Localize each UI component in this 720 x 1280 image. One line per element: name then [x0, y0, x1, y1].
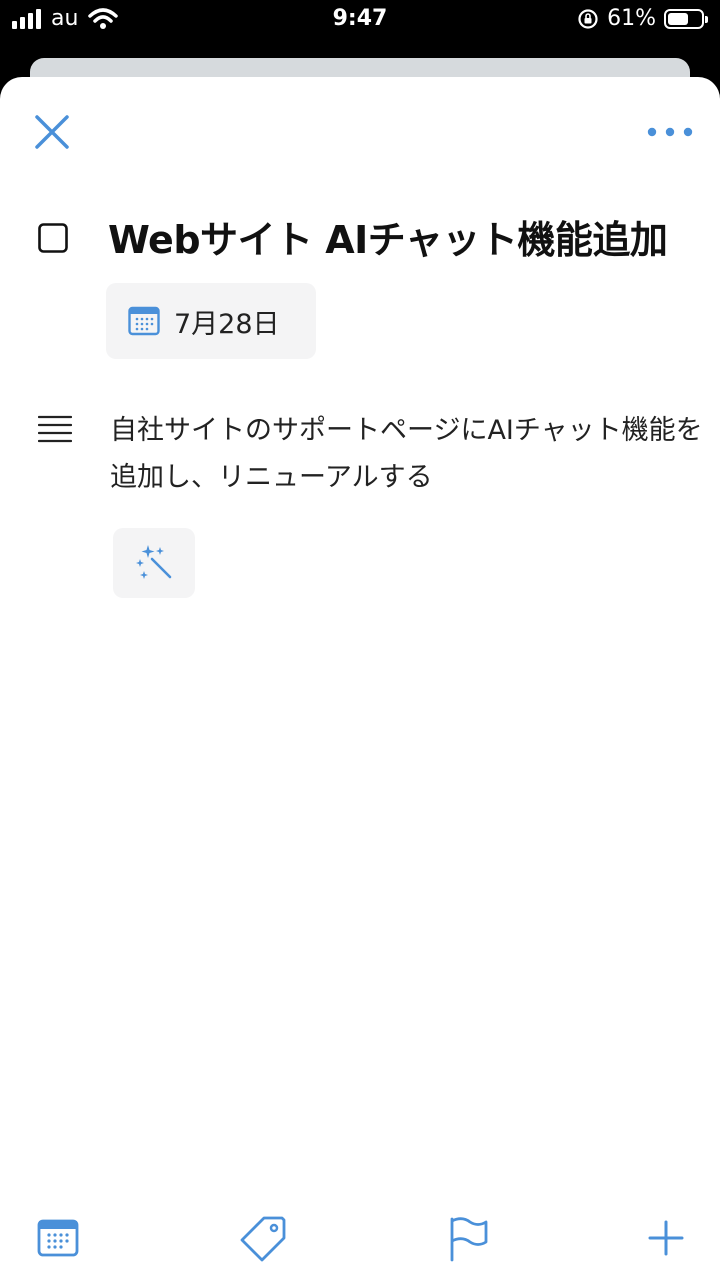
plus-icon[interactable] — [648, 1220, 684, 1256]
calendar-icon — [128, 306, 160, 336]
battery-fill — [668, 12, 688, 25]
rotation-lock-icon — [578, 8, 598, 29]
status-bar: au 9:47 61% — [0, 0, 720, 40]
ai-assist-button[interactable] — [113, 528, 195, 598]
toolbar-calendar-icon[interactable] — [37, 1219, 79, 1257]
notes-lines-icon — [38, 415, 72, 443]
task-notes[interactable]: 自社サイトのサポートページにAIチャット機能を追加し、リニューアルする — [110, 407, 710, 501]
flag-icon[interactable] — [448, 1216, 490, 1262]
tag-icon[interactable] — [238, 1214, 288, 1264]
checkbox-icon[interactable] — [38, 223, 68, 253]
battery-icon — [664, 8, 708, 29]
close-icon[interactable] — [30, 110, 74, 154]
task-title[interactable]: Webサイト AIチャット機能追加 — [108, 209, 668, 264]
status-right: 61% — [577, 6, 708, 31]
due-date-label: 7月28日 — [174, 308, 280, 340]
task-detail-sheet: Webサイト AIチャット機能追加 7月28日 自社サイトのサポートページにAI… — [0, 77, 720, 1280]
battery-percent: 61% — [607, 6, 656, 31]
magic-wand-icon — [136, 545, 172, 579]
due-date-chip[interactable]: 7月28日 — [106, 283, 316, 359]
more-horizontal-icon[interactable] — [646, 122, 694, 142]
